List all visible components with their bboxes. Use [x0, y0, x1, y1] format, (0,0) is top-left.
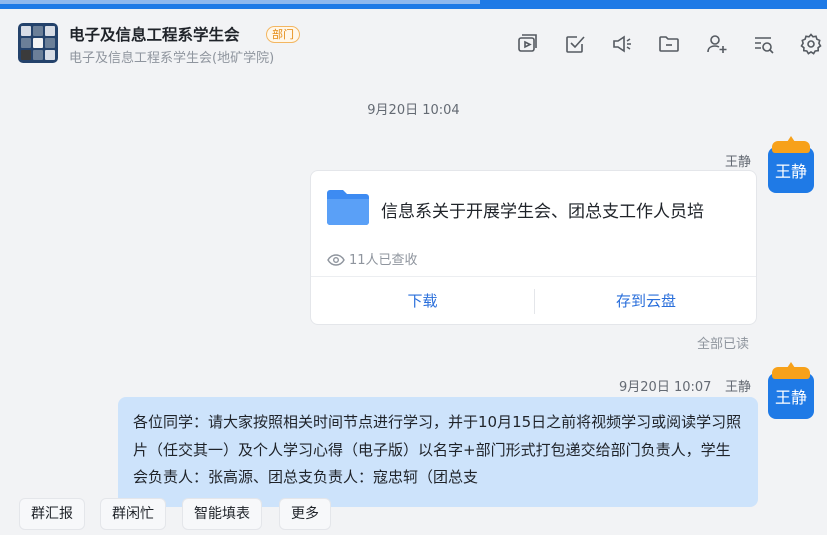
sender-avatar[interactable]: 王静	[768, 136, 814, 193]
sender-name: 王静	[725, 380, 752, 395]
more-button[interactable]: 更多	[279, 498, 331, 530]
file-folder-icon	[325, 187, 371, 225]
file-name: 信息系关于开展学生会、团总支工作人员培	[381, 202, 704, 222]
avatar-crown-badge	[772, 136, 810, 153]
file-card-actions: 下载 存到云盘	[311, 276, 756, 325]
file-card[interactable]: 信息系关于开展学生会、团总支工作人员培 11人已查收 下载 存到云盘	[310, 170, 757, 325]
message-bubble[interactable]: 各位同学：请大家按照相关时间节点进行学习，并于10月15日之前将视频学习或阅读学…	[118, 397, 758, 507]
group-avatar[interactable]	[18, 23, 58, 63]
window-top-bar	[0, 0, 827, 9]
settings-icon[interactable]	[799, 32, 823, 56]
group-availability-button[interactable]: 群闲忙	[100, 498, 166, 530]
quick-action-bar: 群汇报 群闲忙 智能填表 更多	[0, 492, 827, 535]
avatar-crown-badge	[772, 362, 810, 379]
add-member-icon[interactable]	[705, 32, 729, 56]
group-report-button[interactable]: 群汇报	[19, 498, 85, 530]
viewed-text: 11人已查收	[349, 253, 418, 268]
video-icon[interactable]	[516, 32, 540, 56]
message-time: 9月20日 10:07	[619, 380, 712, 395]
announcement-icon[interactable]	[610, 32, 634, 56]
department-badge: 部门	[266, 26, 300, 43]
avatar-text: 王静	[774, 388, 807, 407]
sender-name: 王静	[725, 155, 752, 170]
group-title[interactable]: 电子及信息工程系学生会	[69, 23, 240, 45]
viewed-count[interactable]: 11人已查收	[327, 249, 418, 268]
folder-icon[interactable]	[657, 32, 681, 56]
sender-avatar[interactable]: 王静	[768, 362, 814, 419]
download-button[interactable]: 下载	[311, 277, 534, 325]
group-subtitle: 电子及信息工程系学生会(地矿学院)	[69, 51, 275, 66]
chat-header: 电子及信息工程系学生会 部门 电子及信息工程系学生会(地矿学院)	[0, 9, 827, 77]
save-to-cloud-button[interactable]: 存到云盘	[535, 277, 757, 325]
read-status[interactable]: 全部已读	[697, 333, 749, 352]
smart-form-button[interactable]: 智能填表	[182, 498, 262, 530]
avatar-text: 王静	[774, 162, 807, 181]
time-divider: 9月20日 10:04	[367, 103, 460, 118]
window-top-bar-highlight	[0, 0, 480, 4]
search-messages-icon[interactable]	[752, 32, 776, 56]
eye-icon	[327, 254, 345, 266]
task-icon[interactable]	[563, 32, 587, 56]
